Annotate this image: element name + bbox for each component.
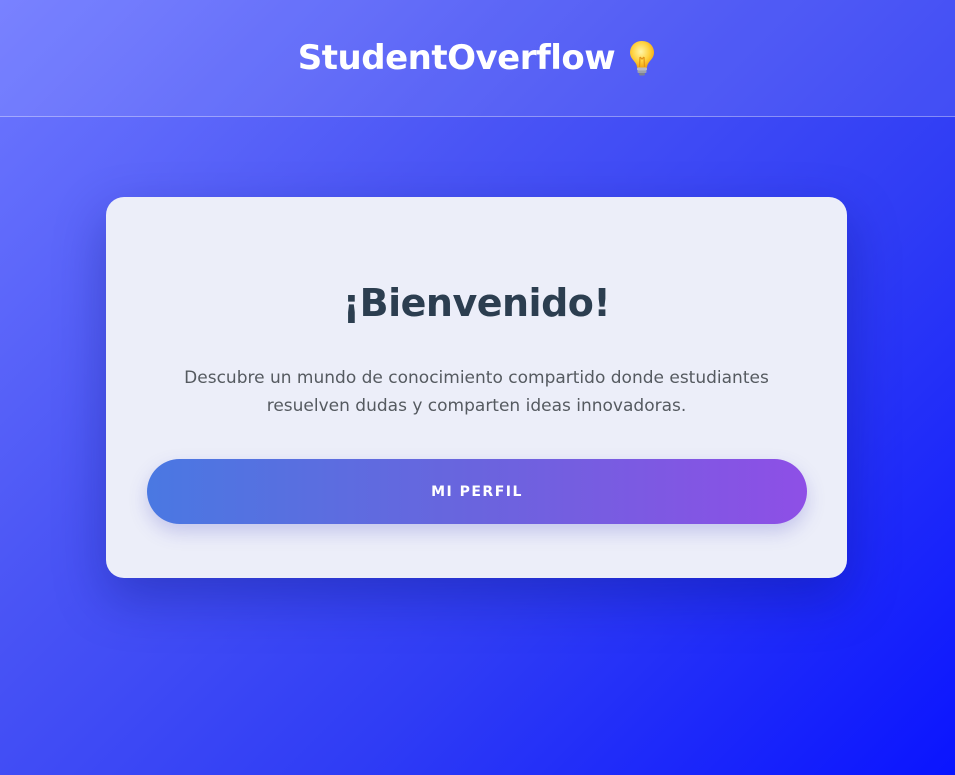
top-header: StudentOverflow <box>0 0 955 117</box>
profile-button[interactable]: MI PERFIL <box>147 459 807 524</box>
brand[interactable]: StudentOverflow <box>298 38 657 78</box>
welcome-card: ¡Bienvenido! Descubre un mundo de conoci… <box>106 197 847 578</box>
brand-name: StudentOverflow <box>297 38 616 78</box>
welcome-title: ¡Bienvenido! <box>342 281 611 325</box>
lightbulb-icon <box>627 39 657 77</box>
welcome-description: Descubre un mundo de conocimiento compar… <box>184 368 769 416</box>
